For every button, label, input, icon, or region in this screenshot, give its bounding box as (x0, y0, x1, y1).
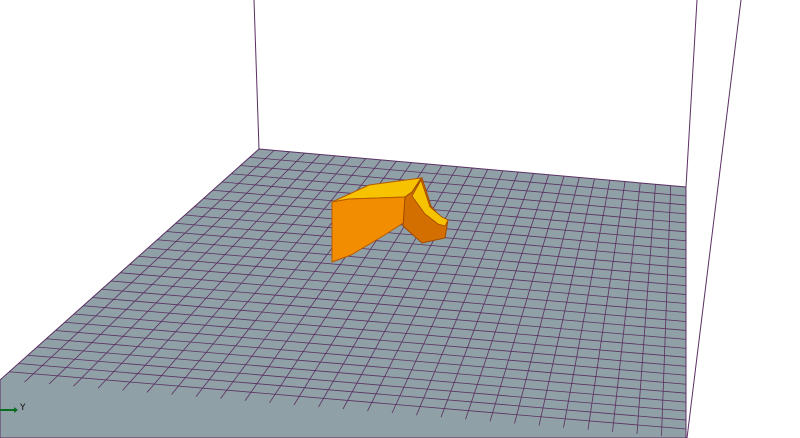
3d-viewport[interactable]: Y (0, 0, 800, 438)
build-volume-edge-right (685, 0, 698, 188)
build-volume-edge-left (253, 0, 260, 150)
scene-canvas[interactable] (0, 0, 800, 438)
axis-label-y: Y (20, 403, 26, 413)
build-volume-edge-front-right (686, 0, 742, 438)
